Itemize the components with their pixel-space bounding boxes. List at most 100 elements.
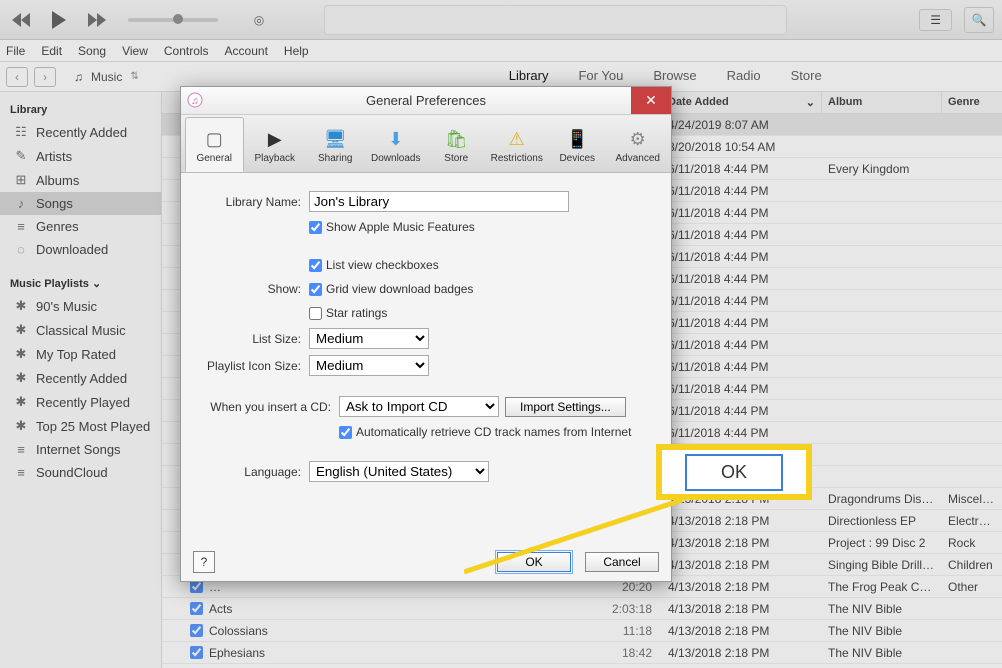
table-row[interactable]: Acts2:03:184/13/2018 2:18 PMThe NIV Bibl…	[162, 598, 1002, 620]
playlist-icon: ✱	[14, 346, 28, 362]
row-name: Acts	[209, 602, 232, 616]
row-checkbox[interactable]	[190, 624, 203, 637]
grid-badges-checkbox[interactable]	[309, 283, 322, 296]
row-date: 4/13/2018 2:18 PM	[662, 624, 822, 638]
next-track-button[interactable]	[84, 7, 110, 33]
language-select[interactable]: English (United States)	[309, 461, 489, 482]
pref-tab-advanced[interactable]: ⚙Advanced	[609, 117, 668, 172]
pref-tab-label: Advanced	[616, 153, 660, 164]
menu-edit[interactable]: Edit	[41, 44, 62, 58]
pref-tab-label: Playback	[254, 153, 295, 164]
sidebar-item-albums[interactable]: ⊞Albums	[0, 168, 161, 192]
now-playing-display	[324, 5, 787, 35]
callout-ok: OK	[656, 444, 812, 500]
pref-tab-store[interactable]: 🛍Store	[427, 117, 486, 172]
help-button[interactable]: ?	[193, 551, 215, 573]
row-date: 6/11/2018 4:44 PM	[662, 294, 822, 308]
sidebar-item-downloaded[interactable]: ◌Downloaded	[0, 238, 161, 261]
pref-tab-label: Downloads	[371, 153, 420, 164]
playlist-item-recently-added[interactable]: ✱Recently Added	[0, 366, 161, 390]
sidebar-icon: ♪	[14, 196, 28, 211]
playlist-item-my-top-rated[interactable]: ✱My Top Rated	[0, 342, 161, 366]
table-row[interactable]: Ephesians18:424/13/2018 2:18 PMThe NIV B…	[162, 642, 1002, 664]
row-genre: Children	[942, 558, 1002, 572]
col-album[interactable]: Album	[822, 92, 942, 113]
dialog-title: General Preferences	[366, 93, 486, 108]
row-checkbox[interactable]	[190, 602, 203, 615]
pref-tab-playback[interactable]: ▶Playback	[246, 117, 305, 172]
language-label: Language:	[199, 465, 309, 479]
insert-cd-label: When you insert a CD:	[199, 400, 339, 414]
row-genre: Electronic	[942, 514, 1002, 528]
sharing-icon: 🖥	[323, 128, 347, 152]
list-checkboxes-checkbox[interactable]	[309, 259, 322, 272]
playlist-item-classical-music[interactable]: ✱Classical Music	[0, 318, 161, 342]
menu-controls[interactable]: Controls	[164, 44, 209, 58]
sidebar-item-label: Recently Added	[36, 125, 127, 140]
sidebar-item-label: Songs	[36, 196, 73, 211]
store-icon: 🛍	[444, 128, 468, 152]
menu-song[interactable]: Song	[78, 44, 106, 58]
sidebar-item-songs[interactable]: ♪ Songs	[0, 192, 161, 215]
menu-help[interactable]: Help	[284, 44, 309, 58]
playlist-icon-label: Playlist Icon Size:	[199, 359, 309, 373]
playlist-item-soundcloud[interactable]: ≡SoundCloud	[0, 461, 161, 484]
sidebar-item-label: Genres	[36, 219, 79, 234]
tab-store[interactable]: Store	[787, 64, 826, 89]
row-date: 6/11/2018 4:44 PM	[662, 228, 822, 242]
menu-file[interactable]: File	[6, 44, 25, 58]
sidebar-item-artists[interactable]: ✎Artists	[0, 144, 161, 168]
import-settings-button[interactable]: Import Settings...	[505, 397, 626, 417]
pref-tab-restrictions[interactable]: ⚠Restrictions	[488, 117, 547, 172]
insert-cd-select[interactable]: Ask to Import CD	[339, 396, 499, 417]
menu-view[interactable]: View	[122, 44, 148, 58]
menu-account[interactable]: Account	[225, 44, 268, 58]
star-ratings-checkbox[interactable]	[309, 307, 322, 320]
pref-tab-sharing[interactable]: 🖥Sharing	[306, 117, 365, 172]
col-genre[interactable]: Genre	[942, 92, 1002, 113]
list-view-button[interactable]: ☰	[919, 9, 952, 31]
row-time: 2:03:18	[612, 602, 662, 616]
playlist-item-label: Internet Songs	[36, 442, 121, 457]
playlist-item-90-s-music[interactable]: ✱90's Music	[0, 294, 161, 318]
playlist-icon-select[interactable]: Medium	[309, 355, 429, 376]
tab-radio[interactable]: Radio	[723, 64, 765, 89]
sidebar-icon: ☷	[14, 124, 28, 140]
table-row[interactable]: Colossians11:184/13/2018 2:18 PMThe NIV …	[162, 620, 1002, 642]
list-size-select[interactable]: Medium	[309, 328, 429, 349]
playlist-item-internet-songs[interactable]: ≡Internet Songs	[0, 438, 161, 461]
sidebar-item-recently-added[interactable]: ☷ Recently Added	[0, 120, 161, 144]
row-date: 8/20/2018 10:54 AM	[662, 140, 822, 154]
search-icon[interactable]: 🔍	[964, 7, 994, 33]
pref-tab-devices[interactable]: 📱Devices	[548, 117, 607, 172]
row-checkbox[interactable]	[190, 646, 203, 659]
airplay-icon[interactable]: ◎	[246, 7, 272, 33]
playlist-item-recently-played[interactable]: ✱Recently Played	[0, 390, 161, 414]
row-album: Project : 99 Disc 2	[822, 536, 942, 550]
dialog-titlebar: ♫ General Preferences ✕	[181, 87, 671, 115]
general-icon: ▢	[202, 128, 226, 152]
list-size-label: List Size:	[199, 332, 309, 346]
sidebar-header-playlists[interactable]: Music Playlists ⌄	[0, 273, 161, 294]
auto-retrieve-checkbox[interactable]	[339, 426, 352, 439]
show-apple-music-checkbox[interactable]	[309, 221, 322, 234]
pref-tab-label: Restrictions	[491, 153, 543, 164]
play-button[interactable]	[46, 7, 72, 33]
playlist-item-top-25-most-played[interactable]: ✱Top 25 Most Played	[0, 414, 161, 438]
sidebar-item-genres[interactable]: ≡Genres	[0, 215, 161, 238]
pref-tab-downloads[interactable]: ⬇Downloads	[367, 117, 426, 172]
col-date-added[interactable]: Date Added ⌄	[662, 92, 822, 113]
playlist-item-label: Classical Music	[36, 323, 126, 338]
library-name-input[interactable]	[309, 191, 569, 212]
volume-slider[interactable]	[128, 18, 218, 22]
back-button[interactable]: ‹	[6, 67, 28, 87]
pref-tab-general[interactable]: ▢General	[185, 117, 244, 172]
grid-badges-label: Grid view download badges	[326, 282, 473, 296]
row-time: 18:42	[622, 646, 662, 660]
close-button[interactable]: ✕	[631, 87, 671, 114]
library-picker[interactable]: ♫ Music ⇅	[74, 70, 139, 84]
row-date: 6/11/2018 4:44 PM	[662, 272, 822, 286]
prev-track-button[interactable]	[8, 7, 34, 33]
forward-button[interactable]: ›	[34, 67, 56, 87]
playlist-item-label: 90's Music	[36, 299, 97, 314]
